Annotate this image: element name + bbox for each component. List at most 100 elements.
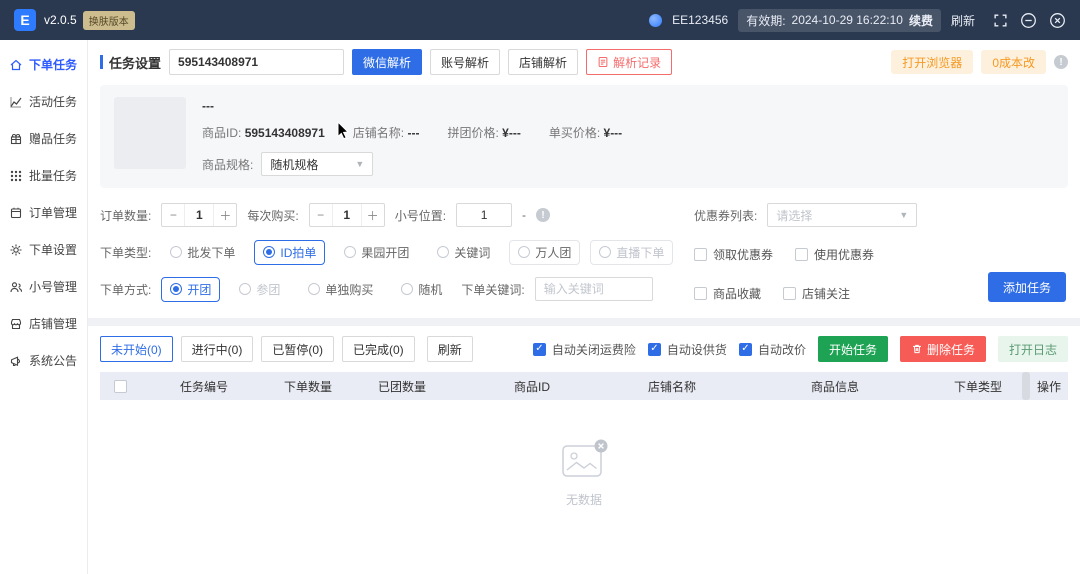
account-id: EE123456 bbox=[672, 13, 729, 27]
plus-icon[interactable]: ＋ bbox=[362, 207, 384, 224]
sidebar-item-label: 下单任务 bbox=[29, 58, 78, 72]
product-id-value: 595143408971 bbox=[244, 126, 325, 140]
app-logo: E bbox=[14, 9, 36, 31]
shop-parse-button[interactable]: 店铺解析 bbox=[508, 49, 579, 75]
main-content: 任务设置 微信解析 账号解析 店铺解析 解析记录 打开浏览器 0成本改 ! --… bbox=[88, 40, 1080, 574]
get-coupon-checkbox[interactable]: 领取优惠券 bbox=[694, 246, 773, 263]
per-buy-label: 每次购买: bbox=[247, 208, 299, 223]
follow-shop-checkbox[interactable]: 店铺关注 bbox=[783, 285, 850, 302]
home-icon bbox=[9, 58, 23, 72]
start-task-button[interactable]: 开始任务 bbox=[817, 336, 888, 362]
radio-icon bbox=[170, 246, 183, 258]
radio-icon bbox=[308, 283, 321, 295]
order-mode-random[interactable]: 随机 bbox=[392, 277, 451, 302]
product-card: --- 商品ID: 595143408971 店铺名称: --- 拼团价格: ¥… bbox=[100, 85, 1068, 188]
tab-not-started[interactable]: 未开始(0) bbox=[100, 336, 173, 362]
keyword-input[interactable] bbox=[534, 277, 653, 301]
sidebar-item-order-task[interactable]: 下单任务 bbox=[0, 46, 87, 83]
radio-icon bbox=[170, 283, 183, 295]
sidebar-item-batch-task[interactable]: 批量任务 bbox=[0, 157, 87, 194]
sidebar-item-activity-task[interactable]: 活动任务 bbox=[0, 83, 87, 120]
auto-close-freight-checkbox[interactable]: 自动关闭运费险 bbox=[532, 341, 636, 358]
sidebar-item-label: 小号管理 bbox=[29, 280, 78, 294]
wechat-parse-button[interactable]: 微信解析 bbox=[352, 49, 423, 75]
chevron-down-icon: ▼ bbox=[899, 210, 909, 220]
sidebar-item-system-notice[interactable]: 系统公告 bbox=[0, 342, 87, 379]
delete-task-button[interactable]: 删除任务 bbox=[899, 336, 986, 362]
shop-name-value: --- bbox=[407, 126, 420, 140]
use-coupon-checkbox[interactable]: 使用优惠券 bbox=[795, 246, 874, 263]
tab-in-progress[interactable]: 进行中(0) bbox=[180, 336, 254, 362]
column-actions: 操作 bbox=[1036, 379, 1061, 394]
sidebar-item-label: 批量任务 bbox=[29, 169, 78, 183]
order-type-id[interactable]: ID拍单 bbox=[254, 239, 326, 265]
task-setup-title: 任务设置 bbox=[100, 53, 161, 72]
order-mode-single-buy[interactable]: 单独购买 bbox=[299, 277, 382, 302]
megaphone-icon bbox=[9, 354, 23, 368]
checkbox-icon bbox=[783, 286, 797, 300]
order-type-group10k[interactable]: 万人团 bbox=[509, 239, 581, 265]
sidebar-item-order-manage[interactable]: 订单管理 bbox=[0, 194, 87, 231]
chevron-down-icon: ▼ bbox=[355, 159, 365, 169]
order-type-keyword[interactable]: 关键词 bbox=[428, 240, 499, 265]
shop-icon bbox=[9, 317, 23, 331]
parse-record-button[interactable]: 解析记录 bbox=[586, 49, 673, 75]
open-log-button[interactable]: 打开日志 bbox=[997, 336, 1068, 362]
minus-icon[interactable]: − bbox=[162, 208, 184, 222]
validity-label: 有效期: bbox=[746, 13, 786, 28]
select-all-checkbox[interactable] bbox=[113, 379, 127, 393]
sidebar-item-shop-manage[interactable]: 店铺管理 bbox=[0, 305, 87, 342]
column-product-info: 商品信息 bbox=[810, 379, 859, 394]
refresh-list-button[interactable]: 刷新 bbox=[426, 336, 473, 362]
fullscreen-icon[interactable] bbox=[993, 13, 1008, 28]
sidebar-item-account-manage[interactable]: 小号管理 bbox=[0, 268, 87, 305]
task-list-panel: 未开始(0) 进行中(0) 已暂停(0) 已完成(0) 刷新 自动关闭运费险 自… bbox=[88, 326, 1080, 574]
order-type-wholesale[interactable]: 批发下单 bbox=[161, 240, 244, 265]
checkbox-icon bbox=[795, 247, 809, 261]
refresh-link[interactable]: 刷新 bbox=[951, 12, 975, 29]
checkbox-icon bbox=[694, 286, 707, 300]
order-mode-open-group[interactable]: 开团 bbox=[161, 276, 221, 302]
sidebar-item-gift-task[interactable]: 赠品任务 bbox=[0, 120, 87, 157]
position-input[interactable] bbox=[456, 203, 513, 227]
empty-text: 无数据 bbox=[565, 492, 602, 507]
position-info-icon[interactable]: ! bbox=[536, 208, 551, 222]
sidebar: 下单任务 活动任务 赠品任务 批量任务 订单管理 下单设置 小号管理 店铺管理 bbox=[0, 40, 88, 574]
tab-paused[interactable]: 已暂停(0) bbox=[261, 336, 335, 362]
checkbox-icon bbox=[694, 247, 707, 261]
plus-icon[interactable]: ＋ bbox=[214, 207, 236, 224]
order-qty-stepper[interactable]: −1 ＋ bbox=[161, 203, 238, 227]
account-parse-button[interactable]: 账号解析 bbox=[430, 49, 501, 75]
radio-icon bbox=[239, 283, 252, 295]
shop-name-label: 店铺名称: bbox=[352, 126, 405, 140]
single-price-value: ¥--- bbox=[603, 126, 623, 140]
order-type-orchard[interactable]: 果园开团 bbox=[335, 240, 418, 265]
add-task-button[interactable]: 添加任务 bbox=[987, 272, 1066, 302]
grid-icon bbox=[9, 169, 23, 183]
info-icon[interactable]: ! bbox=[1054, 55, 1068, 69]
radio-icon bbox=[401, 283, 414, 295]
favorite-product-checkbox[interactable]: 商品收藏 bbox=[694, 285, 761, 302]
title-bar: E v2.0.5 换肤版本 EE123456 有效期: 2024-10-29 1… bbox=[0, 0, 1080, 40]
sidebar-item-order-settings[interactable]: 下单设置 bbox=[0, 231, 87, 268]
tab-completed[interactable]: 已完成(0) bbox=[342, 336, 415, 362]
per-buy-stepper[interactable]: −1 ＋ bbox=[308, 203, 385, 227]
single-price-label: 单买价格: bbox=[548, 126, 601, 140]
order-options: 订单数量: −1＋ 每次购买: −1＋ 小号位置: - ! bbox=[100, 202, 1068, 306]
no-data-icon bbox=[558, 437, 610, 483]
product-id-input[interactable] bbox=[169, 49, 345, 75]
column-product-id: 商品ID bbox=[513, 379, 550, 394]
zero-cost-button[interactable]: 0成本改 bbox=[981, 50, 1046, 74]
auto-reprice-checkbox[interactable]: 自动改价 bbox=[738, 341, 806, 358]
table-scrollbar[interactable] bbox=[1022, 372, 1030, 400]
minus-icon[interactable]: − bbox=[310, 208, 332, 222]
auto-supply-checkbox[interactable]: 自动设供货 bbox=[647, 341, 727, 358]
product-id-label: 商品ID: bbox=[202, 126, 242, 140]
close-icon[interactable] bbox=[1049, 12, 1066, 29]
product-image-placeholder bbox=[114, 97, 186, 169]
open-browser-button[interactable]: 打开浏览器 bbox=[891, 50, 974, 74]
coupon-select[interactable]: 请选择 ▼ bbox=[767, 203, 918, 227]
renew-link[interactable]: 续费 bbox=[909, 12, 933, 29]
spec-select[interactable]: 随机规格 ▼ bbox=[261, 152, 374, 176]
minimize-icon[interactable] bbox=[1020, 12, 1037, 29]
